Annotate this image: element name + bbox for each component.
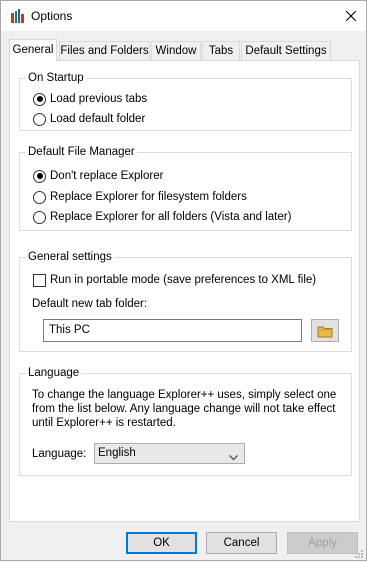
general-tab-panel: On Startup Load previous tabs Load defau… xyxy=(9,60,360,522)
radio-label: Replace Explorer for filesystem folders xyxy=(50,191,247,203)
checkbox-label: Run in portable mode (save preferences t… xyxy=(50,274,317,286)
close-icon xyxy=(346,11,356,21)
tab-window[interactable]: Window xyxy=(151,41,201,61)
tab-general[interactable]: General xyxy=(9,39,57,62)
radio-indicator[interactable] xyxy=(33,169,46,183)
radio-label: Load previous tabs xyxy=(50,93,148,105)
title-bar[interactable]: Options xyxy=(1,1,366,31)
startup-group: On Startup Load previous tabs Load defau… xyxy=(19,71,352,131)
tab-files-and-folders[interactable]: Files and Folders xyxy=(59,41,150,61)
radio-indicator[interactable] xyxy=(33,190,46,204)
options-dialog: Options General Files and Folders Window… xyxy=(0,0,367,561)
radio-label: Replace Explorer for all folders (Vista … xyxy=(50,211,292,223)
tab-default-settings[interactable]: Default Settings xyxy=(241,41,331,61)
startup-group-title: On Startup xyxy=(26,71,86,85)
language-label: Language: xyxy=(32,448,87,460)
cancel-button[interactable]: Cancel xyxy=(206,532,277,554)
apply-button[interactable]: Apply xyxy=(287,532,358,554)
checkbox-indicator[interactable] xyxy=(33,273,46,287)
language-description: To change the language Explorer++ uses, … xyxy=(32,389,337,429)
default-new-tab-folder-input[interactable]: This PC xyxy=(43,319,302,342)
file-manager-group-title: Default File Manager xyxy=(26,145,137,159)
portable-mode-checkbox[interactable]: Run in portable mode (save preferences t… xyxy=(33,272,316,288)
close-button[interactable] xyxy=(336,1,366,31)
radio-indicator[interactable] xyxy=(33,210,46,224)
resize-grip-icon[interactable] xyxy=(354,548,364,558)
radio-label: Don't replace Explorer xyxy=(50,170,164,182)
window-title: Options xyxy=(31,9,73,23)
ok-button[interactable]: OK xyxy=(126,532,197,554)
radio-indicator[interactable] xyxy=(33,112,46,126)
default-new-tab-folder-label: Default new tab folder: xyxy=(32,298,148,310)
file-manager-group: Default File Manager Don't replace Explo… xyxy=(19,145,352,231)
dont-replace-explorer-radio[interactable]: Don't replace Explorer xyxy=(33,168,163,184)
language-group: Language To change the language Explorer… xyxy=(19,366,352,476)
folder-icon xyxy=(317,326,333,337)
tab-tabs[interactable]: Tabs xyxy=(202,41,240,61)
radio-indicator[interactable] xyxy=(33,92,46,106)
language-group-title: Language xyxy=(26,366,82,380)
load-default-folder-radio[interactable]: Load default folder xyxy=(33,111,145,127)
replace-explorer-filesystem-radio[interactable]: Replace Explorer for filesystem folders xyxy=(33,189,247,205)
chevron-down-icon xyxy=(229,449,238,468)
app-icon xyxy=(10,8,26,24)
replace-explorer-all-folders-radio[interactable]: Replace Explorer for all folders (Vista … xyxy=(33,209,291,225)
radio-label: Load default folder xyxy=(50,113,146,125)
general-settings-group: General settings Run in portable mode (s… xyxy=(19,250,352,352)
language-select[interactable]: English xyxy=(94,443,245,464)
language-select-value: English xyxy=(98,447,136,459)
tab-strip: General Files and Folders Window Tabs De… xyxy=(9,39,359,62)
browse-folder-button[interactable] xyxy=(311,319,339,342)
general-settings-group-title: General settings xyxy=(26,250,114,264)
load-previous-tabs-radio[interactable]: Load previous tabs xyxy=(33,91,147,107)
